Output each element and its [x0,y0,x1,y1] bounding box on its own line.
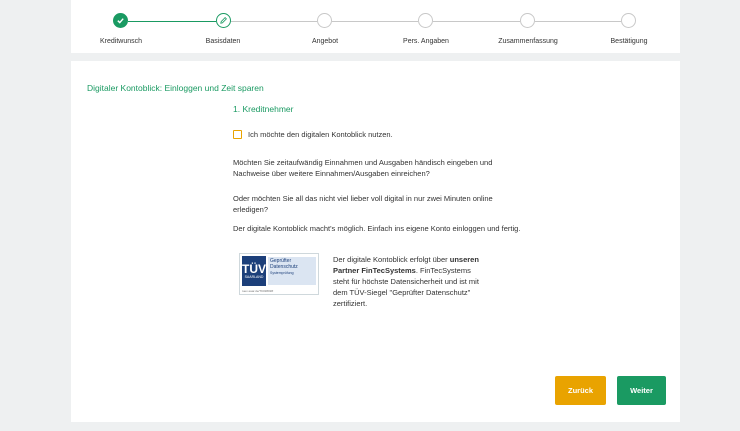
tuv-seal-image: TÜV SAARLAND Geprüfter Datenschutz Syste… [239,253,319,295]
step-label-kreditwunsch: Kreditwunsch [99,38,143,45]
progress-stepper: Kreditwunsch Basisdaten Angebot Pers. An… [71,0,680,53]
tuv-seal-text: Geprüfter Datenschutz Systemprüfung [268,257,316,285]
step-connector [433,21,520,22]
tuv-logo: TÜV SAARLAND [242,256,266,286]
tuv-description: Der digitale Kontoblick erfolgt über uns… [333,254,488,309]
step-3[interactable] [317,13,332,28]
step-5[interactable] [520,13,535,28]
step-label-angebot: Angebot [311,38,339,45]
step-4[interactable] [418,13,433,28]
kontoblick-checkbox-label[interactable]: Ich möchte den digitalen Kontoblick nutz… [248,130,393,139]
tuv-desc-part1: Der digitale Kontoblick erfolgt über [333,255,450,264]
step-1-done[interactable] [113,13,128,28]
step-label-zusammenfassung: Zusammenfassung [498,38,558,45]
pencil-icon [220,17,227,24]
tuv-logo-sub: SAARLAND [244,274,264,279]
section-title: 1. Kreditnehmer [233,104,294,114]
step-label-pers-angaben: Pers. Angaben [403,38,449,45]
step-connector [535,21,621,22]
info-paragraph-1: Möchten Sie zeitaufwändig Einnahmen und … [233,158,493,178]
kontoblick-checkbox[interactable] [233,130,242,139]
next-button[interactable]: Weiter [617,376,666,405]
kontoblick-option[interactable]: Ich möchte den digitalen Kontoblick nutz… [233,130,393,139]
step-connector [231,21,317,22]
step-connector [128,21,216,22]
page-title: Digitaler Kontoblick: Einloggen und Zeit… [87,83,264,93]
info-paragraph-2: Oder möchten Sie all das nicht viel lieb… [233,194,493,214]
step-6[interactable] [621,13,636,28]
check-icon [117,18,124,24]
step-label-bestaetigung: Bestätigung [610,38,648,45]
tuv-seal-footer: tuev-saar.de/TK###### [242,289,274,293]
info-paragraph-3: Der digitale Kontoblick macht's möglich.… [233,224,521,233]
tuv-seal-line2: Systemprüfung [270,271,294,275]
tuv-seal-line1: Geprüfter Datenschutz [270,258,298,270]
step-2-current[interactable] [216,13,231,28]
step-connector [332,21,418,22]
main-card: Digitaler Kontoblick: Einloggen und Zeit… [71,61,680,422]
tuv-logo-text: TÜV [242,261,266,276]
step-label-basisdaten: Basisdaten [205,38,241,45]
back-button[interactable]: Zurück [555,376,606,405]
